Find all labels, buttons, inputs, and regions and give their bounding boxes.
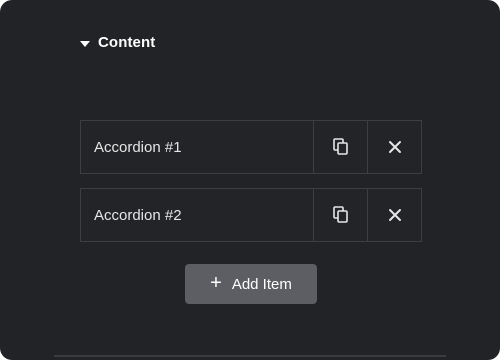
repeater-item-title[interactable]: Accordion #1 [81,121,313,173]
add-item-label: Add Item [231,275,292,293]
duplicate-icon [332,206,348,223]
repeater-item: Accordion #1 [80,120,422,174]
divider [54,355,446,357]
repeater-item-title[interactable]: Accordion #2 [81,189,313,241]
duplicate-button[interactable] [313,121,367,173]
add-item-button[interactable]: + Add Item [185,264,317,304]
caret-down-icon [80,40,90,47]
section-title: Content [98,34,156,51]
plus-icon: + [210,272,222,294]
repeater-item: Accordion #2 [80,188,422,242]
duplicate-button[interactable] [313,189,367,241]
content-section-toggle[interactable]: Content [80,34,155,51]
duplicate-icon [332,138,348,155]
editor-panel: Content Accordion #1 Accordion #2 + Add … [0,0,500,360]
close-icon [388,141,401,153]
close-icon [388,209,401,221]
remove-button[interactable] [367,189,421,241]
remove-button[interactable] [367,121,421,173]
